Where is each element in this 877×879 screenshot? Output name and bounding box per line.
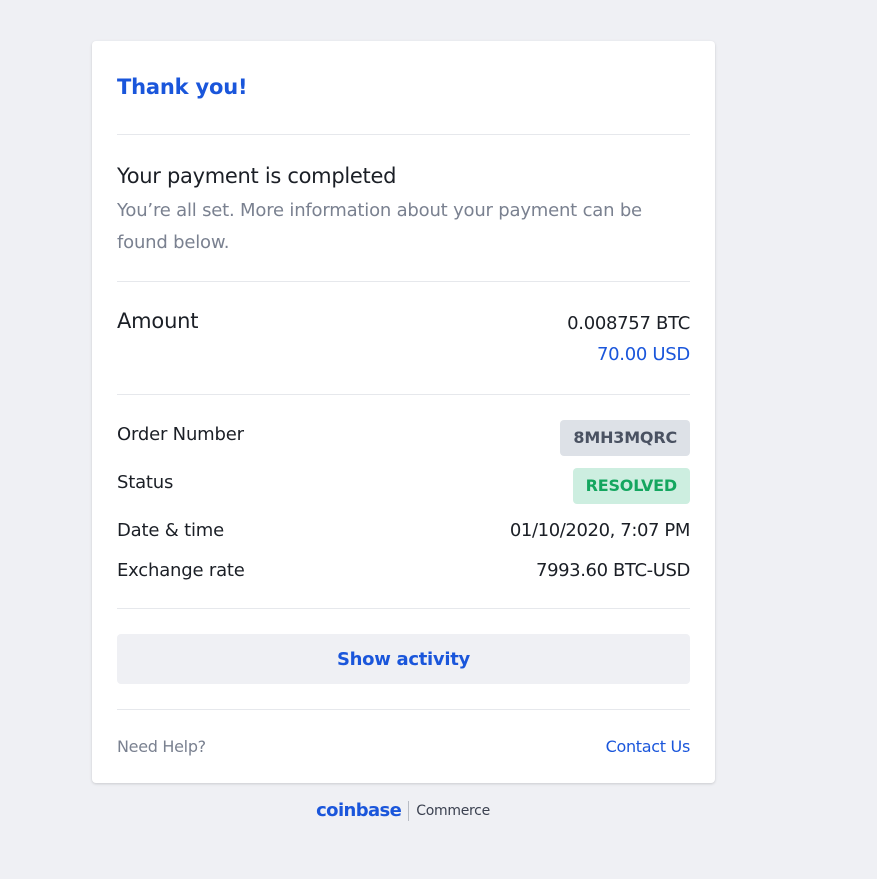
status-badge: RESOLVED — [572, 468, 690, 504]
show-activity-button[interactable]: Show activity — [117, 634, 690, 684]
exchange-rate-value: 7993.60 BTC-USD — [536, 560, 690, 581]
date-time-label: Date & time — [117, 520, 224, 541]
commerce-label: Commerce — [416, 802, 490, 819]
contact-us-link[interactable]: Contact Us — [606, 737, 691, 756]
exchange-rate-label: Exchange rate — [117, 560, 245, 581]
divider — [117, 608, 690, 609]
brand-separator — [408, 800, 410, 821]
need-help-text: Need Help? — [117, 737, 206, 756]
amount-fiat: 70.00 USD — [596, 344, 690, 365]
brand-footer: coinbase Commerce — [0, 800, 806, 821]
coinbase-logo: coinbase — [316, 800, 402, 821]
amount-crypto: 0.008757 BTC — [567, 313, 690, 334]
date-time-value: 01/10/2020, 7:07 PM — [509, 520, 691, 541]
order-number-badge: 8MH3MQRC — [560, 420, 690, 456]
status-description: You’re all set. More information about y… — [117, 200, 642, 253]
payment-card: Thank you! Your payment is completed You… — [92, 41, 715, 783]
divider — [117, 134, 690, 135]
order-number-label: Order Number — [117, 424, 244, 445]
divider — [117, 394, 690, 395]
status-heading: Your payment is completed — [117, 164, 397, 188]
status-label: Status — [117, 472, 174, 493]
divider — [117, 281, 690, 282]
page-title: Thank you! — [117, 75, 248, 99]
divider — [117, 709, 690, 710]
amount-label: Amount — [117, 309, 199, 333]
